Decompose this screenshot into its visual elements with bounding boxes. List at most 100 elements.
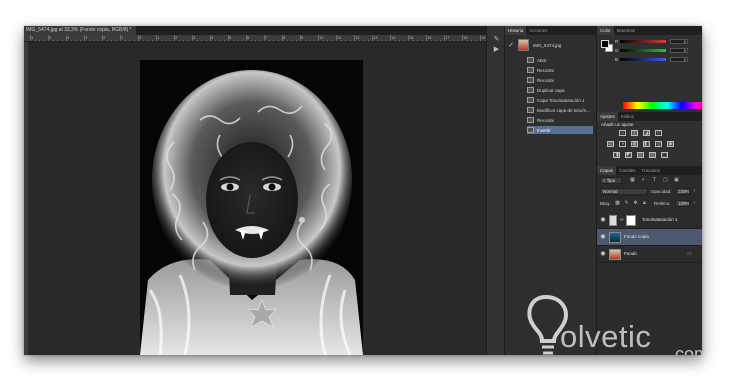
filter-shape-icon[interactable]: ▢ (663, 178, 668, 183)
lock-all-icon[interactable]: 🔒︎ (642, 201, 647, 206)
ruler-number: 4 (67, 35, 70, 40)
opacity-input[interactable]: 100% (675, 188, 690, 195)
ruler-number: 1 (157, 35, 160, 40)
history-brush-icon[interactable]: ✎ (492, 36, 501, 43)
lock-position-icon[interactable]: ✥ (633, 201, 638, 206)
threshold-icon[interactable]: ▧ (637, 152, 644, 158)
adjustments-panel: Ajustes Estilos Añadir un ajuste ☼ ▥ ◪ ▽ ▤ ◑ ▦… (597, 112, 702, 164)
curves-icon[interactable]: ◪ (643, 130, 650, 136)
vibrance-icon[interactable]: ▤ (607, 141, 614, 147)
document-modified-indicator: * (129, 27, 132, 33)
tab-channels[interactable]: Canales (616, 166, 639, 175)
history-state-label: Recortar (537, 117, 555, 123)
filter-smart-object-icon[interactable]: ▣ (674, 178, 679, 183)
ruler-number: 4 (211, 35, 214, 40)
history-state-icon (527, 87, 534, 93)
black-white-icon[interactable]: ◧ (643, 141, 650, 147)
inverted-portrait-image[interactable] (140, 60, 363, 355)
color-channel-slider[interactable]: R0 (615, 39, 699, 44)
tab-swatches[interactable]: Muestras (614, 26, 639, 35)
history-snapshot[interactable]: ✓ IMG_5474.jpg (507, 38, 595, 52)
tab-actions[interactable]: Acciones (526, 26, 550, 35)
exposure-icon[interactable]: ▽ (655, 130, 662, 136)
history-state-item[interactable]: Duplicar capa (527, 86, 593, 94)
history-state-label: Recortar (537, 77, 555, 83)
lock-image-icon[interactable]: ✎ (624, 201, 629, 206)
gradient-map-icon[interactable]: ▨ (649, 152, 656, 158)
layer-row[interactable]: ◉ ∞ Tono/saturación 1 (597, 212, 702, 229)
history-state-label: Duplicar capa (537, 87, 565, 93)
snapshot-thumbnail (518, 39, 529, 51)
channel-value-field[interactable]: 0 (670, 48, 688, 53)
lock-transparency-icon[interactable]: ▩ (615, 201, 620, 206)
color-channel-slider[interactable]: G0 (615, 48, 699, 53)
eye-visibility-icon[interactable]: ◉ (600, 251, 606, 257)
fill-label: Relleno: (654, 201, 671, 206)
color-channel-slider[interactable]: B0 (615, 57, 699, 62)
chevron-right-icon[interactable]: › (692, 201, 697, 206)
history-state-item[interactable]: Recortar (527, 66, 593, 74)
history-state-icon (527, 57, 534, 63)
posterize-icon[interactable]: ◩ (625, 152, 632, 158)
tab-paths[interactable]: Trazados (639, 166, 664, 175)
ruler-number: 3 (85, 35, 88, 40)
ruler-number: 2 (103, 35, 106, 40)
tab-styles[interactable]: Estilos (618, 112, 637, 121)
channel-mixer-icon[interactable]: ▣ (667, 141, 674, 147)
layer-filter-select[interactable]: ⌕ Tipo (600, 177, 622, 184)
channel-slider-track[interactable] (620, 49, 666, 52)
filter-adjustment-icon[interactable]: ◐ (641, 178, 646, 183)
levels-icon[interactable]: ▥ (631, 130, 638, 136)
color-spectrum-bar[interactable] (597, 102, 702, 110)
spectrum-gradient[interactable] (623, 102, 702, 109)
tab-color[interactable]: Color (597, 26, 614, 35)
ruler-number: 3 (193, 35, 196, 40)
photo-filter-icon[interactable]: ◎ (655, 141, 662, 147)
history-state-item[interactable]: Capa Tono/saturación 1 (527, 96, 593, 104)
foreground-color-swatch[interactable] (601, 40, 609, 48)
color-balance-icon[interactable]: ▦ (631, 141, 638, 147)
adjustments-panel-tabs: Ajustes Estilos (597, 112, 702, 121)
layer-row[interactable]: ◉ Fondo copia (597, 229, 702, 246)
invert-icon[interactable]: ◨ (613, 152, 620, 158)
filter-type-icon[interactable]: T (652, 178, 657, 183)
history-brush-icon[interactable]: ✓ (507, 41, 515, 49)
ruler-number: 1 (121, 35, 124, 40)
layer-thumbnail (609, 249, 621, 260)
actions-play-icon[interactable]: ▶ (492, 46, 501, 53)
channel-value-field[interactable]: 0 (670, 39, 688, 44)
history-state-label: Modificar capa de tono/s... (537, 107, 590, 113)
tab-history[interactable]: Historia (505, 26, 527, 35)
ruler-number: 6 (247, 35, 250, 40)
tab-layers[interactable]: Capas (597, 166, 617, 175)
eye-visibility-icon[interactable]: ◉ (600, 234, 606, 240)
layers-panel-tabs: Capas Canales Trazados (597, 166, 702, 175)
hue-saturation-icon[interactable]: ◑ (619, 141, 626, 147)
ruler-number: 4 (31, 35, 34, 40)
channel-value-field[interactable]: 0 (670, 57, 688, 62)
history-state-item[interactable]: Recortar (527, 116, 593, 124)
document-tab[interactable]: IMG_5474.jpg al 33,3% (Fondo copia, RGB/… (24, 26, 136, 35)
history-state-label: Recortar (537, 67, 555, 73)
eye-visibility-icon[interactable]: ◉ (600, 217, 606, 223)
link-icon[interactable]: ∞ (620, 217, 624, 223)
filter-pixel-icon[interactable]: ▦ (630, 178, 635, 183)
color-panel: Color Muestras R0 G0 B0 (597, 26, 702, 110)
chevron-right-icon[interactable]: › (692, 189, 697, 194)
history-state-item[interactable]: Modificar capa de tono/s... (527, 106, 593, 114)
layer-row[interactable]: ◉ Fondo ▭ (597, 246, 702, 263)
history-state-icon (527, 67, 534, 73)
panel-dock-strip: ✎ ▶ (486, 26, 505, 355)
opacity-label: Opacidad: (651, 189, 672, 194)
history-state-item[interactable]: Recortar (527, 76, 593, 84)
brightness-icon[interactable]: ☼ (619, 130, 626, 136)
history-state-item[interactable]: Abrir (527, 56, 593, 64)
history-state-item[interactable]: Invertir (527, 126, 593, 134)
blend-mode-select[interactable]: Normal (600, 188, 648, 195)
horizontal-ruler[interactable]: 4 5 4 3 2 1 0 1 2 3 4 5 6 7 8 9 10 11 12 13 14 15 16 17 18 19 (24, 35, 486, 42)
channel-slider-track[interactable] (620, 40, 666, 43)
channel-slider-track[interactable] (620, 58, 666, 61)
tab-adjustments[interactable]: Ajustes (597, 112, 618, 121)
selective-color-icon[interactable]: ▢ (661, 152, 668, 158)
fill-input[interactable]: 100% (675, 200, 690, 207)
